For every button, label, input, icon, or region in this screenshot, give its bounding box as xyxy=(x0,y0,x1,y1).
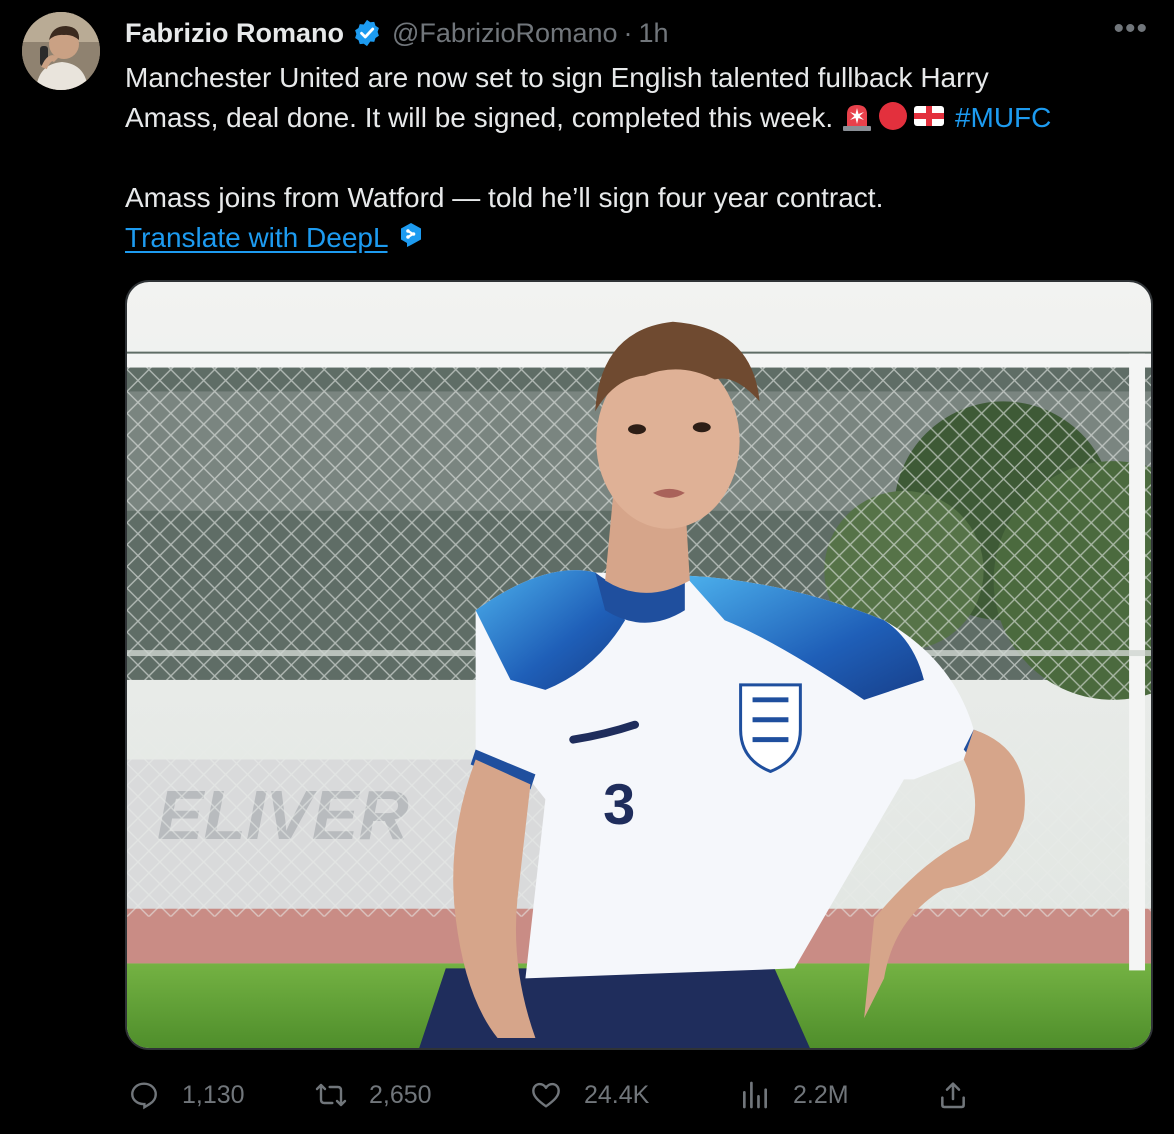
england-flag-emoji-icon xyxy=(913,100,945,132)
tweet-media-photo[interactable]: ELIVER PRESS xyxy=(125,280,1153,1050)
views-chart-icon xyxy=(743,1081,767,1109)
tweet-timestamp[interactable]: 1h xyxy=(639,18,669,49)
translate-link[interactable]: Translate with DeepL xyxy=(125,222,388,253)
more-options-icon[interactable]: ••• xyxy=(1113,14,1148,44)
police-light-emoji-icon xyxy=(841,100,873,132)
reply-count: 1,130 xyxy=(182,1080,245,1109)
share-icon xyxy=(941,1082,965,1109)
repost-icon xyxy=(315,1083,347,1107)
author-avatar[interactable] xyxy=(22,12,100,90)
repost-button[interactable]: 2,650 xyxy=(315,1072,432,1118)
like-button[interactable]: 24.4K xyxy=(530,1072,649,1118)
translate-row: Translate with DeepL xyxy=(125,218,1155,258)
tweet-text-line-1: Manchester United are now set to sign En… xyxy=(125,62,989,93)
deepl-icon[interactable] xyxy=(397,220,425,248)
heart-icon xyxy=(532,1082,560,1108)
verified-badge-icon[interactable] xyxy=(352,18,382,48)
share-button[interactable] xyxy=(937,1072,969,1118)
header-separator: · xyxy=(623,17,633,48)
profile-photo-icon xyxy=(22,12,100,90)
reply-button[interactable]: 1,130 xyxy=(128,1072,245,1118)
like-count: 24.4K xyxy=(584,1080,650,1109)
tweet-actions-bar: 1,130 2,650 24.4K 2.2M xyxy=(125,1072,1155,1118)
tweet-header: Fabrizio Romano @FabrizioRomano · 1h xyxy=(125,17,669,49)
reply-icon xyxy=(131,1082,157,1110)
tweet-card: Fabrizio Romano @FabrizioRomano · 1h •••… xyxy=(0,0,1174,1134)
red-circle-emoji-icon xyxy=(877,100,909,132)
shirt-number: 3 xyxy=(603,773,635,837)
hashtag-link[interactable]: #MUFC xyxy=(955,102,1051,133)
views-count: 2.2M xyxy=(793,1080,849,1109)
tweet-text-line-2-row: Amass, deal done. It will be signed, com… xyxy=(125,98,1155,138)
repost-count: 2,650 xyxy=(369,1080,432,1109)
player-photo-image: ELIVER PRESS xyxy=(127,282,1151,1048)
author-handle[interactable]: @FabrizioRomano xyxy=(392,18,618,49)
tweet-text: Manchester United are now set to sign En… xyxy=(125,58,1155,258)
author-name[interactable]: Fabrizio Romano xyxy=(125,18,344,49)
tweet-text-line-2: Amass, deal done. It will be signed, com… xyxy=(125,102,834,133)
views-button[interactable]: 2.2M xyxy=(739,1072,849,1118)
tweet-text-line-3: Amass joins from Watford — told he’ll si… xyxy=(125,182,884,213)
